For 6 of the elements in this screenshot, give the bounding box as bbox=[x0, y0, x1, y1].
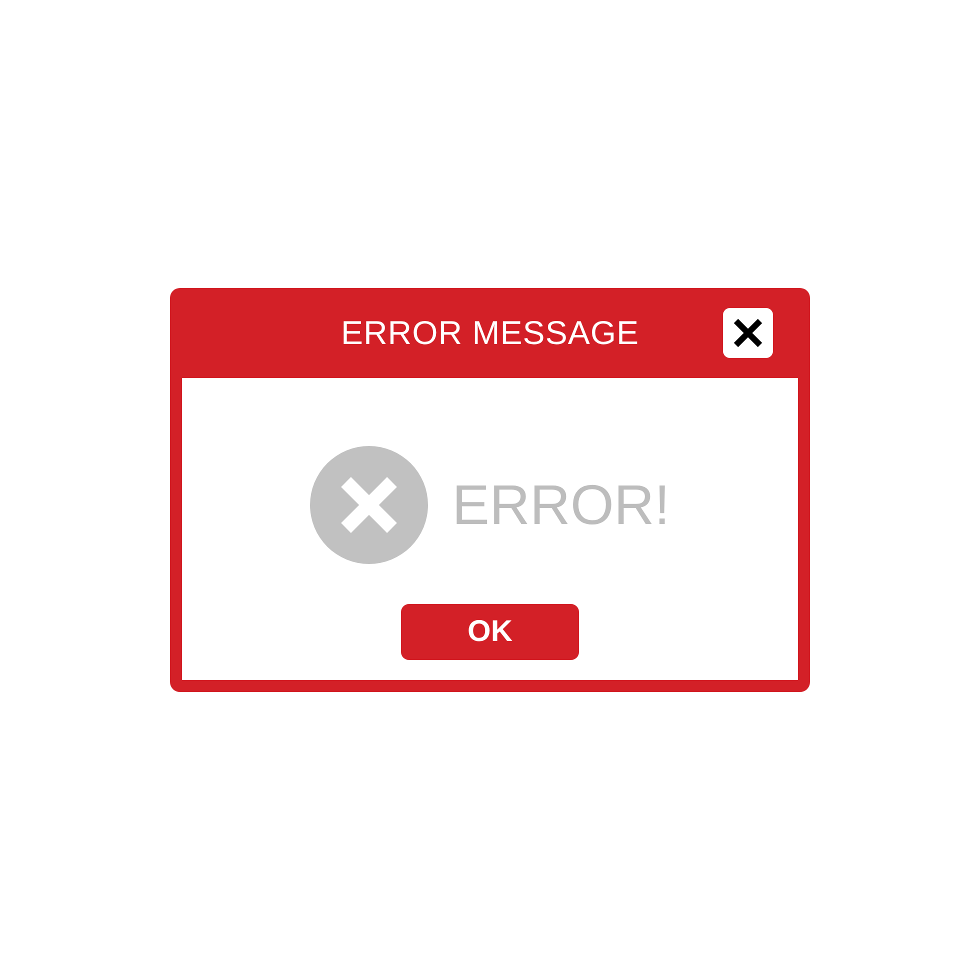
close-button[interactable] bbox=[723, 308, 773, 358]
error-message: ERROR! bbox=[452, 477, 670, 533]
error-icon bbox=[310, 446, 428, 564]
ok-button[interactable]: OK bbox=[401, 604, 579, 660]
close-icon bbox=[733, 318, 763, 348]
dialog-title: ERROR MESSAGE bbox=[340, 314, 640, 352]
